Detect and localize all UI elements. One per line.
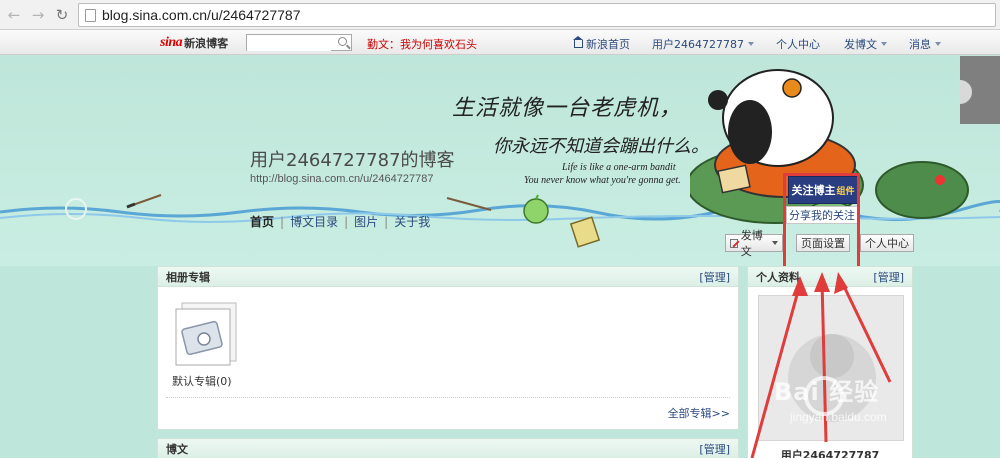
nav-separator: |: [384, 214, 389, 229]
menu-label: 新浪首页: [586, 38, 630, 51]
watermark-text: Bai 经验: [774, 378, 880, 406]
slogan-en-line2: You never know what you're gonna get.: [524, 175, 681, 186]
blog-banner: 生活就像一台老虎机， 你永远不知道会蹦出什么。 Life is like a o…: [0, 56, 1000, 266]
menu-user[interactable]: 用户2464727787: [652, 36, 754, 52]
search-icon[interactable]: [338, 37, 347, 46]
reload-icon[interactable]: ↻: [52, 5, 72, 25]
menu-label: 发博文: [844, 38, 877, 51]
side-scroll-tab[interactable]: [960, 56, 1000, 124]
blog-title[interactable]: 用户2464727787的博客: [250, 146, 455, 172]
album-panel-title: 相册专辑: [166, 270, 210, 284]
quill-right-icon: [446, 197, 492, 211]
album-panel-header: 相册专辑 [管理]: [158, 267, 738, 287]
nav-separator: |: [344, 214, 349, 229]
nav-separator: |: [280, 214, 285, 229]
chevron-down-icon: [881, 42, 887, 46]
cheese-icon: [569, 216, 601, 248]
slogan-en-line1: Life is like a one-arm bandit: [562, 162, 676, 173]
menu-sina-home[interactable]: 新浪首页: [573, 36, 630, 52]
watermark-url: jingyan.baidu.com: [790, 410, 887, 424]
menu-label: 用户2464727787: [652, 38, 744, 51]
blog-url[interactable]: http://blog.sina.com.cn/u/2464727787: [250, 173, 433, 185]
post-article-label: 发博文: [740, 229, 763, 258]
menu-messages[interactable]: 消息: [909, 36, 941, 52]
album-panel: 相册专辑 [管理] 默认专辑(0) 全部专辑>>: [157, 266, 739, 430]
menu-post[interactable]: 发博文: [844, 36, 887, 52]
nav-home[interactable]: 首页: [250, 213, 274, 230]
globe-decoration: [65, 198, 87, 220]
forward-icon[interactable]: →: [28, 5, 48, 25]
divider: [166, 397, 730, 398]
post-panel-header: 博文 [管理]: [158, 439, 738, 458]
default-album-caption[interactable]: 默认专辑(0): [172, 373, 232, 389]
album-manage-link[interactable]: [管理]: [699, 269, 730, 285]
logo-sina: sina: [160, 35, 183, 50]
top-menu: 新浪首页 用户2464727787 个人中心 发博文 消息: [573, 36, 941, 52]
menu-label: 消息: [909, 38, 931, 51]
slogan-cn-line1: 生活就像一台老虎机，: [452, 96, 683, 121]
album-folder-icon[interactable]: [172, 299, 240, 367]
post-manage-link[interactable]: [管理]: [699, 441, 730, 457]
all-albums-link[interactable]: 全部专辑>>: [668, 405, 730, 421]
sina-toolbar: sina 新浪博客 勤文：我为何喜欢石头 新浪首页 用户2464727787 个…: [0, 30, 1000, 55]
personal-center-button[interactable]: 个人中心: [860, 234, 914, 252]
pen-icon: [730, 238, 738, 248]
sina-blog-logo[interactable]: sina 新浪博客: [160, 35, 228, 51]
search-input[interactable]: [247, 35, 331, 51]
search-box: [246, 34, 352, 51]
home-icon: [573, 36, 583, 48]
nav-about-me[interactable]: 关于我: [394, 213, 430, 230]
chevron-down-icon: [748, 42, 754, 46]
highlight-annotation-box: [783, 173, 860, 266]
url-text: blog.sina.com.cn/u/2464727787: [102, 7, 301, 23]
post-panel: 博文 [管理]: [157, 438, 739, 458]
back-icon[interactable]: ←: [4, 5, 24, 25]
chevron-down-icon: [772, 241, 778, 245]
address-bar[interactable]: blog.sina.com.cn/u/2464727787: [78, 3, 996, 27]
post-article-button[interactable]: 发博文: [725, 229, 783, 258]
slogan-cn-line2: 你永远不知道会蹦出什么。: [493, 136, 709, 157]
chevron-down-icon: [935, 42, 941, 46]
nav-post-directory[interactable]: 博文目录: [290, 213, 338, 230]
apple-icon: [523, 194, 549, 224]
page-icon: [85, 8, 96, 22]
nav-pictures[interactable]: 图片: [354, 213, 378, 230]
browser-toolbar: ← → ↻ blog.sina.com.cn/u/2464727787: [0, 0, 1000, 30]
blog-nav: 首页 | 博文目录 | 图片 | 关于我: [250, 213, 430, 230]
menu-label: 个人中心: [776, 38, 820, 51]
menu-personal-center[interactable]: 个人中心: [776, 36, 820, 52]
quill-left-icon: [126, 194, 162, 209]
post-panel-title: 博文: [166, 442, 188, 456]
promo-link[interactable]: 勤文：我为何喜欢石头: [367, 36, 477, 52]
logo-text: 新浪博客: [184, 37, 229, 50]
